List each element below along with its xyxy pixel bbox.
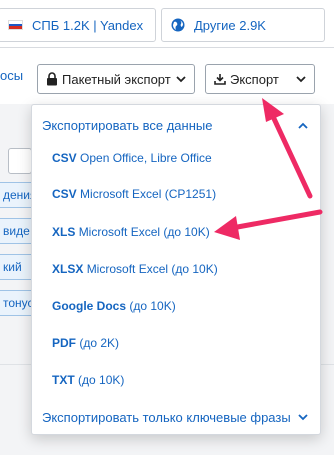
export-dropdown-menu: Экспортировать все данные CSV Open Offic… [31,104,321,435]
export-xls[interactable]: XLS Microsoft Excel (до 10K) [52,225,210,239]
export-google-docs[interactable]: Google Docs (до 10K) [52,299,176,313]
format-name: PDF [52,336,76,350]
queries-link-cut[interactable]: осы [0,68,23,83]
russia-flag-icon [8,20,23,30]
batch-export-label: Пакетный экспорт [62,71,171,87]
export-csv-excel[interactable]: CSV Microsoft Excel (CP1251) [52,187,216,201]
format-name: XLS [52,225,76,239]
export-label: Экспорт [230,71,279,87]
section-header-label: Экспортировать все данные [42,117,213,133]
export-csv-openoffice[interactable]: CSV Open Office, Libre Office [52,151,212,165]
export-keywords-only-section[interactable]: Экспортировать только ключевые фразы [32,403,320,431]
format-desc: Microsoft Excel (CP1251) [80,187,217,201]
format-desc: Microsoft Excel (до 10K) [78,225,210,239]
download-icon [214,73,226,85]
format-desc: Open Office, Libre Office [80,151,212,165]
format-desc: (до 10K) [78,373,125,387]
region-tab-spb[interactable]: СПБ 1.2K | Yandex [0,8,156,42]
format-desc: Microsoft Excel (до 10K) [86,262,218,276]
globe-icon [171,18,185,32]
region-tab-label: Другие 2.9K [194,17,266,33]
format-desc: (до 2K) [79,336,120,350]
filter-box[interactable] [8,148,32,174]
export-pdf[interactable]: PDF (до 2K) [52,336,119,350]
export-button[interactable]: Экспорт [205,64,315,94]
format-name: Google Docs [52,299,127,313]
format-name: XLSX [52,262,84,276]
export-all-data-section[interactable]: Экспортировать все данные [32,111,320,139]
chevron-down-icon [296,75,306,83]
region-tabs-bar: СПБ 1.2K | Yandex Другие 2.9K [0,0,334,48]
export-xlsx[interactable]: XLSX Microsoft Excel (до 10K) [52,262,218,276]
section-footer-label: Экспортировать только ключевые фразы [42,409,291,425]
lock-icon [46,72,58,86]
format-name: CSV [52,151,77,165]
chevron-down-icon [298,413,308,421]
chevron-up-icon [298,122,308,129]
format-desc: (до 10K) [129,299,176,313]
format-name: TXT [52,373,75,387]
export-txt[interactable]: TXT (до 10K) [52,373,124,387]
region-tab-label: СПБ 1.2K | Yandex [32,17,144,33]
toolbar: осы Пакетный экспорт Экспорт [0,48,334,104]
region-tab-other[interactable]: Другие 2.9K [161,8,325,42]
batch-export-button[interactable]: Пакетный экспорт [37,64,195,94]
format-name: CSV [52,187,77,201]
chevron-down-icon [176,75,186,83]
